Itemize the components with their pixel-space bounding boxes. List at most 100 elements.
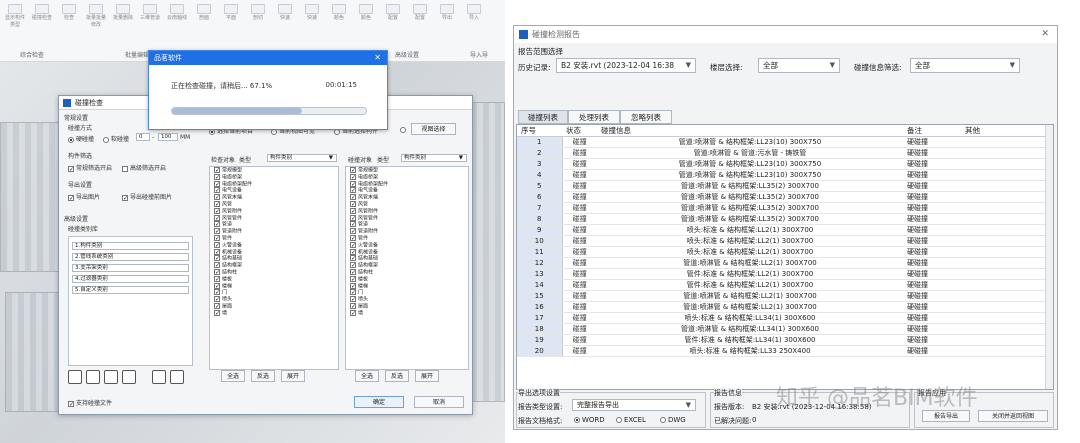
- category-item[interactable]: 墙: [214, 309, 338, 317]
- soft-clash-radio[interactable]: 软碰撞: [103, 134, 129, 143]
- close-return-button[interactable]: 关闭并返回视图: [978, 410, 1048, 422]
- soft-max-input[interactable]: 100: [158, 133, 178, 141]
- checkbox-icon[interactable]: [214, 234, 220, 241]
- category-item[interactable]: 门: [214, 289, 338, 296]
- soft-min-input[interactable]: 0: [136, 133, 150, 141]
- checkbox-icon[interactable]: [214, 296, 220, 303]
- ribbon-button[interactable]: 导出: [436, 4, 458, 22]
- close-icon[interactable]: ✕: [374, 51, 381, 65]
- view-select-button[interactable]: 视图选择: [411, 123, 456, 135]
- category-item[interactable]: 电气设备: [214, 187, 338, 194]
- category-item[interactable]: 喷头: [214, 296, 338, 303]
- table-row[interactable]: 5 碰撞 管道:喷淋管 & 结构框架:LL35(2) 300X700 硬碰撞: [517, 180, 1047, 192]
- checkbox-icon[interactable]: [214, 302, 220, 309]
- category-item[interactable]: 机械设备: [350, 248, 468, 256]
- ribbon-button[interactable]: 配置: [409, 4, 431, 22]
- checkbox-icon[interactable]: [350, 248, 356, 255]
- checkbox-icon[interactable]: [214, 289, 220, 296]
- checkbox-icon[interactable]: [350, 282, 356, 289]
- column-header[interactable]: 序号: [517, 125, 562, 137]
- checkbox-icon[interactable]: [350, 228, 356, 235]
- clash-category-select[interactable]: 构件类别 ▼: [401, 154, 467, 162]
- column-header[interactable]: 备注: [903, 125, 961, 137]
- ribbon-button[interactable]: 配置: [382, 4, 404, 22]
- category-item[interactable]: 管件: [214, 234, 338, 242]
- tab-processed-list[interactable]: 处理列表: [568, 110, 620, 124]
- checkbox-icon[interactable]: [350, 296, 356, 303]
- checkbox-icon[interactable]: [350, 214, 356, 221]
- table-row[interactable]: 10 碰撞 喷头:标准 & 结构框架:LL2(1) 300X700 硬碰撞: [517, 235, 1047, 247]
- library-item[interactable]: 2.管线系统类别: [72, 253, 189, 261]
- category-item[interactable]: 常规模型: [214, 167, 338, 174]
- checkbox-icon[interactable]: [214, 167, 220, 173]
- checkbox-icon[interactable]: [214, 282, 220, 289]
- category-item[interactable]: 电缆桥架: [214, 173, 338, 181]
- checkbox-icon[interactable]: [350, 309, 356, 316]
- checkbox-icon[interactable]: [350, 241, 356, 248]
- table-row[interactable]: 4 碰撞 管道:喷淋管 & 结构框架:LL23(10) 300X750 硬碰撞: [517, 169, 1047, 181]
- tab-clash-list[interactable]: 碰撞列表: [518, 110, 568, 124]
- export-image-checkbox[interactable]: 导出图片: [68, 192, 100, 201]
- category-item[interactable]: 屋面: [350, 302, 468, 310]
- checkbox-icon[interactable]: [214, 207, 220, 214]
- advanced-filter-checkbox[interactable]: 高级筛选开启: [122, 163, 166, 172]
- import-icon[interactable]: [152, 370, 166, 384]
- checkbox-icon[interactable]: [214, 262, 220, 269]
- column-header[interactable]: 其他: [961, 125, 1047, 137]
- category-item[interactable]: 风管附件: [214, 207, 338, 215]
- hard-clash-radio[interactable]: 硬碰撞: [68, 134, 94, 143]
- category-item[interactable]: 管道附件: [214, 228, 338, 235]
- table-row[interactable]: 6 碰撞 管道:喷淋管 & 结构框架:LL35(2) 300X700 硬碰撞: [517, 191, 1047, 203]
- library-item[interactable]: 3.支吊架类别: [72, 264, 189, 272]
- ribbon-button[interactable]: 快速: [301, 4, 323, 22]
- ribbon-button[interactable]: 颜色: [328, 4, 350, 22]
- check-category-select[interactable]: 构件类别 ▼: [267, 154, 337, 162]
- ribbon-button[interactable]: 显示构件类型: [4, 4, 26, 29]
- category-item[interactable]: 结构框架: [214, 262, 338, 269]
- checkbox-icon[interactable]: [214, 187, 220, 194]
- category-item[interactable]: 风管末端: [350, 194, 468, 201]
- category-item[interactable]: 结构柱: [214, 268, 338, 276]
- table-row[interactable]: 8 碰撞 管道:喷淋管 & 结构框架:LL35(2) 300X700 硬碰撞: [517, 213, 1047, 225]
- category-item[interactable]: 楼梯: [214, 282, 338, 290]
- ribbon-button[interactable]: 碰撞检查: [31, 4, 53, 22]
- category-item[interactable]: 电缆桥架配件: [350, 180, 468, 188]
- close-icon[interactable]: ✕: [1041, 26, 1049, 43]
- ribbon-button[interactable]: 颜色: [355, 4, 377, 22]
- category-item[interactable]: 火警设备: [214, 241, 338, 249]
- category-item[interactable]: 电缆桥架: [350, 173, 468, 181]
- export-icon[interactable]: [170, 370, 184, 384]
- ok-button[interactable]: 确定: [354, 396, 404, 408]
- table-scrollbar[interactable]: [1045, 125, 1053, 389]
- table-row[interactable]: 13 碰撞 管件:标准 & 结构框架:LL2(1) 300X700 硬碰撞: [517, 268, 1047, 280]
- paste-file-icon[interactable]: [122, 370, 136, 384]
- category-item[interactable]: 楼板: [350, 275, 468, 283]
- library-item[interactable]: 5.自定义类别: [72, 286, 189, 294]
- checkbox-icon[interactable]: [350, 173, 356, 180]
- ribbon-button[interactable]: 批量删除: [112, 4, 134, 22]
- category-item[interactable]: 常规模型: [350, 167, 468, 174]
- ribbon-button[interactable]: 批量批量修改: [85, 4, 107, 29]
- ribbon-button[interactable]: 快速: [274, 4, 296, 22]
- export-clash-image-checkbox[interactable]: 导出碰撞前图片: [122, 192, 172, 201]
- checkbox-icon[interactable]: [214, 180, 220, 187]
- select-all-button[interactable]: 全选: [355, 370, 379, 382]
- category-item[interactable]: 楼板: [214, 275, 338, 283]
- table-row[interactable]: 19 碰撞 管件:标准 & 结构框架:LL34(1) 300X600 硬碰撞: [517, 334, 1047, 346]
- support-clash-file-checkbox[interactable]: 支持碰撞文件: [68, 398, 112, 407]
- floor-select[interactable]: 全部 ▼: [758, 58, 840, 73]
- checkbox-icon[interactable]: [350, 194, 356, 201]
- checkbox-icon[interactable]: [214, 268, 220, 275]
- expand-button[interactable]: 展开: [415, 370, 439, 382]
- checkbox-icon[interactable]: [214, 228, 220, 235]
- checkbox-icon[interactable]: [214, 200, 220, 207]
- clash-category-list[interactable]: 常规模型电缆桥架电缆桥架配件电气设备风管末端风管风管附件风管管件管道管道附件管件…: [345, 166, 469, 370]
- checkbox-icon[interactable]: [214, 221, 220, 228]
- ribbon-button[interactable]: 三维管道: [139, 4, 161, 22]
- checkbox-icon[interactable]: [214, 309, 220, 316]
- category-item[interactable]: 火警设备: [350, 241, 468, 249]
- table-row[interactable]: 3 碰撞 管道:喷淋管 & 结构框架:LL23(10) 300X750 硬碰撞: [517, 158, 1047, 170]
- new-file-icon[interactable]: [68, 370, 82, 384]
- checkbox-icon[interactable]: [350, 167, 356, 173]
- category-item[interactable]: 楼梯: [350, 282, 468, 290]
